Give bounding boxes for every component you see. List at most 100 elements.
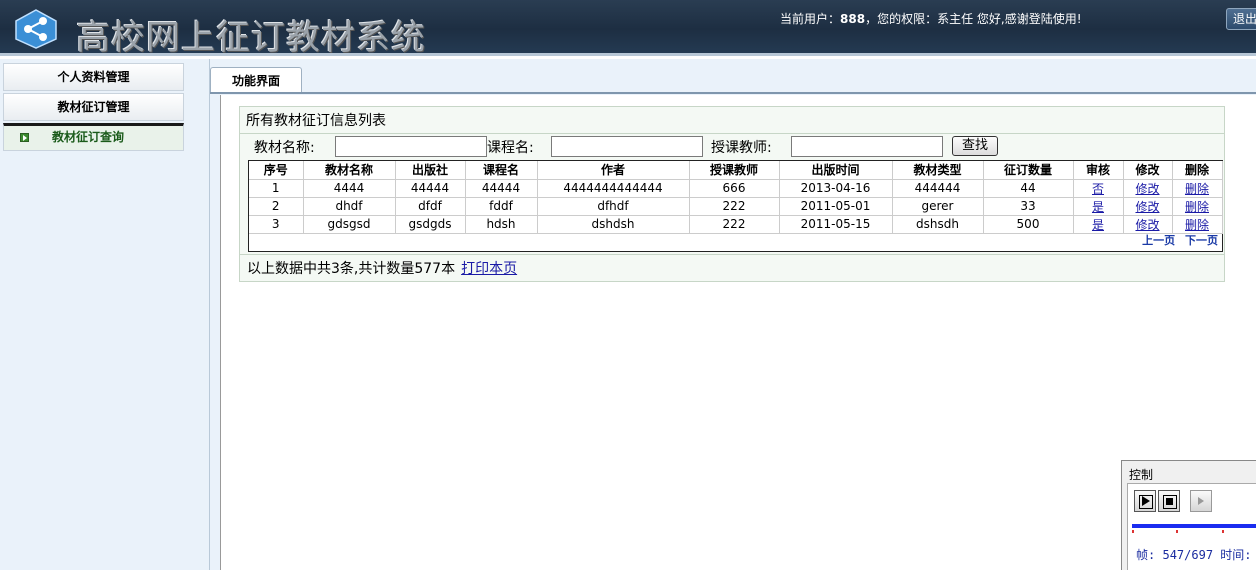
user-name: 888 bbox=[840, 12, 866, 26]
book-name-input[interactable] bbox=[335, 136, 487, 157]
frame-label: 帧: bbox=[1136, 548, 1156, 562]
cell-publisher: 44444 bbox=[395, 179, 466, 198]
cell-date: 2011-05-15 bbox=[779, 215, 893, 234]
audit-link[interactable]: 是 bbox=[1092, 200, 1104, 214]
delete-link[interactable]: 删除 bbox=[1185, 182, 1209, 196]
sidebar-item-order-manage[interactable]: 教材征订管理 bbox=[3, 93, 184, 121]
cell-type: dshsdh bbox=[892, 215, 984, 234]
order-list-panel: 所有教材征订信息列表 教材名称: 课程名: 授课教师: 查找 序号 教材名称 出… bbox=[239, 106, 1225, 282]
teacher-label: 授课教师: bbox=[711, 140, 772, 156]
cell-qty: 500 bbox=[983, 215, 1074, 234]
cell-publisher: gsdgds bbox=[395, 215, 466, 234]
cell-date: 2013-04-16 bbox=[779, 179, 893, 198]
divider bbox=[240, 254, 1224, 255]
frame-value: 547/697 bbox=[1162, 548, 1214, 562]
col-header: 作者 bbox=[537, 161, 690, 180]
print-page-link[interactable]: 打印本页 bbox=[461, 261, 517, 277]
cell-book-name: dhdf bbox=[303, 197, 396, 216]
sidebar: 个人资料管理 教材征订管理 教材征订查询 bbox=[0, 59, 210, 570]
cell-teacher: 222 bbox=[689, 215, 780, 234]
cell-author: dshdsh bbox=[537, 215, 690, 234]
play-icon[interactable] bbox=[1134, 490, 1156, 512]
table-row: 3 gdsgsd gsdgds hdsh dshdsh 222 2011-05-… bbox=[249, 215, 1223, 234]
delete-link[interactable]: 删除 bbox=[1185, 218, 1209, 232]
user-info: 当前用户：888，您的权限：系主任 您好,感谢登陆使用! bbox=[780, 10, 1082, 27]
timeline-marker bbox=[1222, 530, 1224, 533]
control-body: 帧: 547/697 时间: bbox=[1127, 483, 1256, 570]
app-title: 高校网上征订教材系统 bbox=[76, 18, 426, 58]
col-header: 修改 bbox=[1123, 161, 1173, 180]
tab-divider bbox=[210, 92, 1256, 94]
edit-link[interactable]: 修改 bbox=[1135, 218, 1159, 232]
step-forward-icon[interactable] bbox=[1190, 490, 1212, 512]
cell-teacher: 666 bbox=[689, 179, 780, 198]
cell-no: 1 bbox=[249, 179, 304, 198]
col-header: 课程名 bbox=[465, 161, 538, 180]
edit-link[interactable]: 修改 bbox=[1135, 200, 1159, 214]
search-row: 教材名称: 课程名: 授课教师: 查找 bbox=[240, 135, 1224, 159]
table-header-row: 序号 教材名称 出版社 课程名 作者 授课教师 出版时间 教材类型 征订数量 审… bbox=[249, 161, 1223, 180]
tab-function[interactable]: 功能界面 bbox=[210, 67, 302, 93]
divider bbox=[240, 133, 1224, 134]
share-node-icon bbox=[15, 9, 57, 49]
table-row: 1 4444 44444 44444 4444444444444 666 201… bbox=[249, 179, 1223, 198]
col-header: 删除 bbox=[1172, 161, 1223, 180]
cell-book-name: gdsgsd bbox=[303, 215, 396, 234]
cell-qty: 44 bbox=[983, 179, 1074, 198]
logout-button[interactable]: 退出 bbox=[1226, 8, 1256, 30]
order-table: 序号 教材名称 出版社 课程名 作者 授课教师 出版时间 教材类型 征订数量 审… bbox=[249, 161, 1223, 234]
cell-publisher: dfdf bbox=[395, 197, 466, 216]
timeline-marker bbox=[1176, 530, 1178, 533]
sidebar-item-profile[interactable]: 个人资料管理 bbox=[3, 63, 184, 91]
sidebar-item-order-query[interactable]: 教材征订查询 bbox=[3, 123, 184, 151]
main-area: 功能界面 所有教材征订信息列表 教材名称: 课程名: 授课教师: 查找 序号 教… bbox=[210, 59, 1256, 570]
cell-book-name: 4444 bbox=[303, 179, 396, 198]
course-name-label: 课程名: bbox=[487, 140, 534, 156]
book-name-label: 教材名称: bbox=[254, 140, 315, 156]
course-name-input[interactable] bbox=[551, 136, 703, 157]
arrow-right-icon bbox=[20, 133, 29, 142]
col-header: 审核 bbox=[1073, 161, 1124, 180]
panel-title: 所有教材征订信息列表 bbox=[246, 113, 386, 129]
cell-type: gerer bbox=[892, 197, 984, 216]
edit-link[interactable]: 修改 bbox=[1135, 182, 1159, 196]
col-header: 教材类型 bbox=[892, 161, 984, 180]
cell-no: 3 bbox=[249, 215, 304, 234]
time-label: 时间: bbox=[1220, 548, 1252, 562]
col-header: 出版时间 bbox=[779, 161, 893, 180]
control-title: 控制 bbox=[1129, 468, 1154, 482]
timeline-marker bbox=[1132, 530, 1134, 533]
order-table-wrap: 序号 教材名称 出版社 课程名 作者 授课教师 出版时间 教材类型 征订数量 审… bbox=[248, 160, 1223, 252]
cell-qty: 33 bbox=[983, 197, 1074, 216]
audit-link[interactable]: 否 bbox=[1092, 182, 1104, 196]
col-header: 授课教师 bbox=[689, 161, 780, 180]
cell-course: fddf bbox=[465, 197, 538, 216]
prev-page-link[interactable]: 上一页 bbox=[1142, 234, 1175, 247]
delete-link[interactable]: 删除 bbox=[1185, 200, 1209, 214]
col-header: 教材名称 bbox=[303, 161, 396, 180]
cell-course: 44444 bbox=[465, 179, 538, 198]
user-prefix: 当前用户： bbox=[780, 12, 841, 26]
user-suffix: ，您的权限：系主任 您好,感谢登陆使用! bbox=[865, 12, 1082, 26]
content-frame: 所有教材征订信息列表 教材名称: 课程名: 授课教师: 查找 序号 教材名称 出… bbox=[220, 95, 1256, 570]
teacher-input[interactable] bbox=[791, 136, 943, 157]
col-header: 序号 bbox=[249, 161, 304, 180]
control-window: 控制 帧: 547/697 时间: bbox=[1121, 460, 1256, 570]
pager: 上一页 下一页 bbox=[1136, 232, 1218, 248]
sidebar-item-label: 教材征订查询 bbox=[52, 130, 125, 144]
summary-text: 以上数据中共3条,共计数量577本 bbox=[247, 261, 456, 277]
top-header: 高校网上征订教材系统 当前用户：888，您的权限：系主任 您好,感谢登陆使用! … bbox=[0, 0, 1256, 58]
frame-progress[interactable] bbox=[1132, 524, 1256, 528]
next-page-link[interactable]: 下一页 bbox=[1185, 234, 1218, 247]
cell-date: 2011-05-01 bbox=[779, 197, 893, 216]
stop-icon[interactable] bbox=[1158, 490, 1180, 512]
col-header: 出版社 bbox=[395, 161, 466, 180]
cell-author: dfhdf bbox=[537, 197, 690, 216]
cell-no: 2 bbox=[249, 197, 304, 216]
frame-info: 帧: 547/697 时间: bbox=[1136, 546, 1252, 563]
find-button[interactable]: 查找 bbox=[952, 136, 998, 156]
cell-author: 4444444444444 bbox=[537, 179, 690, 198]
col-header: 征订数量 bbox=[983, 161, 1074, 180]
cell-course: hdsh bbox=[465, 215, 538, 234]
audit-link[interactable]: 是 bbox=[1092, 218, 1104, 232]
